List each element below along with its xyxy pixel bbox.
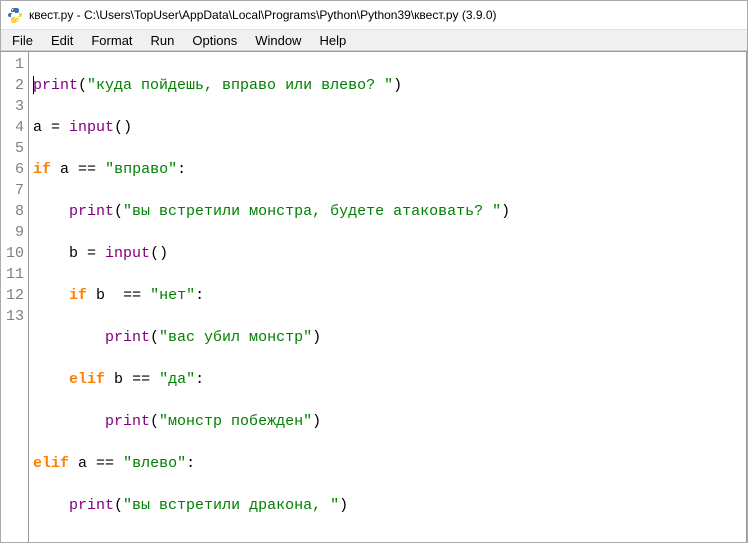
menu-help[interactable]: Help [310, 31, 355, 50]
line-number: 5 [1, 138, 28, 159]
line-number: 1 [1, 54, 28, 75]
line-number: 13 [1, 306, 28, 327]
menu-edit[interactable]: Edit [42, 31, 82, 50]
line-number: 10 [1, 243, 28, 264]
menu-bar: File Edit Format Run Options Window Help [1, 29, 747, 51]
line-number: 3 [1, 96, 28, 117]
line-number: 8 [1, 201, 28, 222]
line-number: 6 [1, 159, 28, 180]
menu-options[interactable]: Options [183, 31, 246, 50]
line-number: 4 [1, 117, 28, 138]
python-idle-icon [7, 7, 23, 23]
menu-format[interactable]: Format [82, 31, 141, 50]
title-bar: квест.py - C:\Users\TopUser\AppData\Loca… [1, 1, 747, 29]
menu-window[interactable]: Window [246, 31, 310, 50]
line-number: 11 [1, 264, 28, 285]
line-number: 7 [1, 180, 28, 201]
editor: 1 2 3 4 5 6 7 8 9 10 11 12 13 print("куд… [1, 51, 747, 542]
line-number: 12 [1, 285, 28, 306]
code-text-area[interactable]: print("куда пойдешь, вправо или влево? "… [29, 52, 747, 542]
window-title: квест.py - C:\Users\TopUser\AppData\Loca… [29, 8, 497, 22]
line-number-gutter: 1 2 3 4 5 6 7 8 9 10 11 12 13 [1, 52, 29, 542]
menu-run[interactable]: Run [142, 31, 184, 50]
line-number: 9 [1, 222, 28, 243]
line-number: 2 [1, 75, 28, 96]
menu-file[interactable]: File [3, 31, 42, 50]
